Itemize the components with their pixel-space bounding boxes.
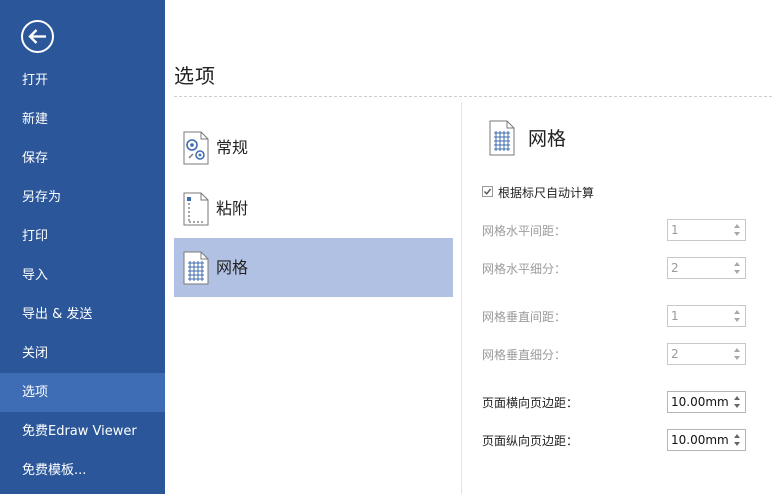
panel-title: 网格 bbox=[528, 128, 567, 150]
back-button[interactable] bbox=[20, 19, 55, 54]
grid-h-spacing-label: 网格水平间距： bbox=[482, 224, 567, 238]
backstage-sidebar: 打开 新建 保存 另存为 打印 导入 导出 & 发送 关闭 选项 免费Edraw… bbox=[0, 0, 165, 494]
grid-icon bbox=[183, 251, 209, 285]
page-v-margin-spinner[interactable]: 10.00mm bbox=[667, 429, 746, 451]
sidebar-item-save-as[interactable]: 另存为 bbox=[0, 178, 165, 217]
sidebar-item-print[interactable]: 打印 bbox=[0, 217, 165, 256]
spin-up-icon[interactable] bbox=[734, 434, 740, 438]
title-divider bbox=[174, 96, 772, 97]
grid-v-subdiv-label: 网格垂直细分： bbox=[482, 348, 567, 362]
general-settings-icon bbox=[183, 131, 209, 165]
sidebar-item-free-viewer[interactable]: 免费Edraw Viewer bbox=[0, 412, 165, 451]
sidebar-item-new[interactable]: 新建 bbox=[0, 100, 165, 139]
spin-down-icon[interactable] bbox=[734, 232, 740, 236]
sidebar-item-save[interactable]: 保存 bbox=[0, 139, 165, 178]
grid-v-subdiv-value: 2 bbox=[671, 347, 679, 361]
grid-icon bbox=[489, 120, 515, 156]
spin-up-icon[interactable] bbox=[734, 348, 740, 352]
sidebar-item-export-send[interactable]: 导出 & 发送 bbox=[0, 295, 165, 334]
grid-h-subdiv-spinner[interactable]: 2 bbox=[667, 257, 746, 279]
snap-icon bbox=[183, 192, 209, 226]
sidebar-item-import[interactable]: 导入 bbox=[0, 256, 165, 295]
grid-v-subdiv-spinner[interactable]: 2 bbox=[667, 343, 746, 365]
grid-h-spacing-value: 1 bbox=[671, 223, 679, 237]
page-h-margin-label: 页面横向页边距： bbox=[482, 396, 579, 410]
grid-v-spacing-label: 网格垂直间距： bbox=[482, 310, 567, 324]
grid-v-spacing-value: 1 bbox=[671, 309, 679, 323]
page-h-margin-spinner[interactable]: 10.00mm bbox=[667, 391, 746, 413]
category-grid[interactable]: 网格 bbox=[174, 238, 453, 297]
page-title: 选项 bbox=[174, 64, 216, 88]
sidebar-item-free-templates[interactable]: 免费模板... bbox=[0, 451, 165, 490]
sidebar-item-open[interactable]: 打开 bbox=[0, 61, 165, 100]
spin-up-icon[interactable] bbox=[734, 310, 740, 314]
spin-up-icon[interactable] bbox=[734, 224, 740, 228]
sidebar-item-options[interactable]: 选项 bbox=[0, 373, 165, 412]
page-v-margin-label: 页面纵向页边距： bbox=[482, 434, 579, 448]
checkmark-icon bbox=[483, 188, 492, 195]
spin-down-icon[interactable] bbox=[734, 270, 740, 274]
page-v-margin-value: 10.00mm bbox=[671, 433, 729, 447]
spin-down-icon[interactable] bbox=[734, 356, 740, 360]
sidebar-menu: 打开 新建 保存 另存为 打印 导入 导出 & 发送 关闭 选项 免费Edraw… bbox=[0, 61, 165, 490]
spin-down-icon[interactable] bbox=[734, 404, 740, 408]
grid-h-subdiv-label: 网格水平细分： bbox=[482, 262, 567, 276]
spin-down-icon[interactable] bbox=[734, 442, 740, 446]
category-snap-label: 粘附 bbox=[216, 199, 249, 218]
auto-calc-label: 根据标尺自动计算 bbox=[498, 186, 595, 200]
category-grid-label: 网格 bbox=[216, 258, 249, 277]
sidebar-item-close[interactable]: 关闭 bbox=[0, 334, 165, 373]
spin-up-icon[interactable] bbox=[734, 262, 740, 266]
page-h-margin-value: 10.00mm bbox=[671, 395, 729, 409]
grid-h-spacing-spinner[interactable]: 1 bbox=[667, 219, 746, 241]
grid-v-spacing-spinner[interactable]: 1 bbox=[667, 305, 746, 327]
back-arrow-circle-icon bbox=[21, 20, 54, 53]
panel-divider bbox=[461, 102, 462, 494]
checkbox-box[interactable] bbox=[482, 186, 493, 197]
spin-up-icon[interactable] bbox=[734, 396, 740, 400]
category-snap[interactable]: 粘附 bbox=[174, 179, 453, 238]
spin-down-icon[interactable] bbox=[734, 318, 740, 322]
category-general[interactable]: 常规 bbox=[174, 118, 453, 177]
category-general-label: 常规 bbox=[216, 138, 249, 157]
grid-h-subdiv-value: 2 bbox=[671, 261, 679, 275]
